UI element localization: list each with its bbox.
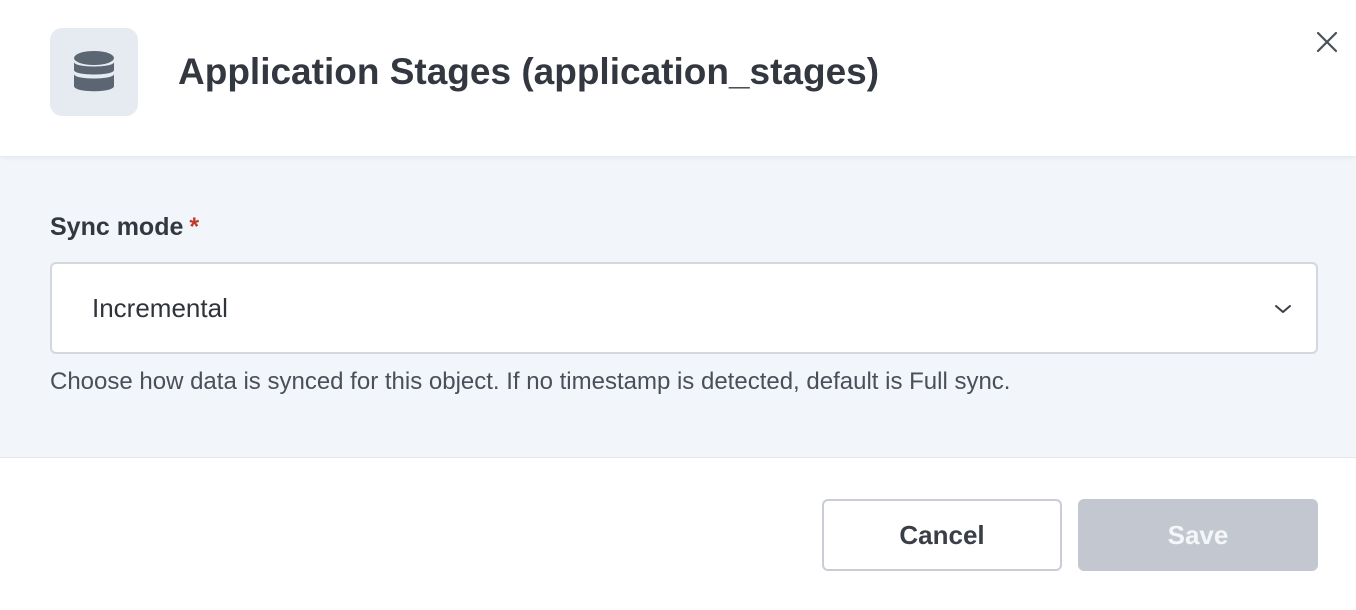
sync-settings-dialog: Application Stages (application_stages) … [0, 0, 1356, 610]
sync-mode-label: Sync mode * [50, 212, 199, 242]
database-icon [71, 49, 117, 95]
dialog-title: Application Stages (application_stages) [178, 51, 880, 92]
close-button[interactable] [1310, 26, 1344, 60]
object-icon-container [50, 28, 138, 116]
sync-mode-help-text: Choose how data is synced for this objec… [50, 368, 1011, 395]
sync-mode-label-text: Sync mode [50, 213, 184, 241]
dialog-header: Application Stages (application_stages) [0, 0, 1356, 156]
cancel-button[interactable]: Cancel [822, 499, 1062, 571]
required-marker: * [189, 213, 200, 241]
save-button[interactable]: Save [1078, 499, 1318, 571]
close-icon [1316, 31, 1338, 56]
sync-mode-selected-value: Incremental [92, 293, 228, 323]
chevron-down-icon [1272, 298, 1294, 320]
dialog-body: Sync mode * Incremental Choose how data i… [0, 156, 1356, 458]
dialog-footer: Cancel Save [0, 458, 1356, 610]
sync-mode-select[interactable]: Incremental [50, 262, 1318, 354]
